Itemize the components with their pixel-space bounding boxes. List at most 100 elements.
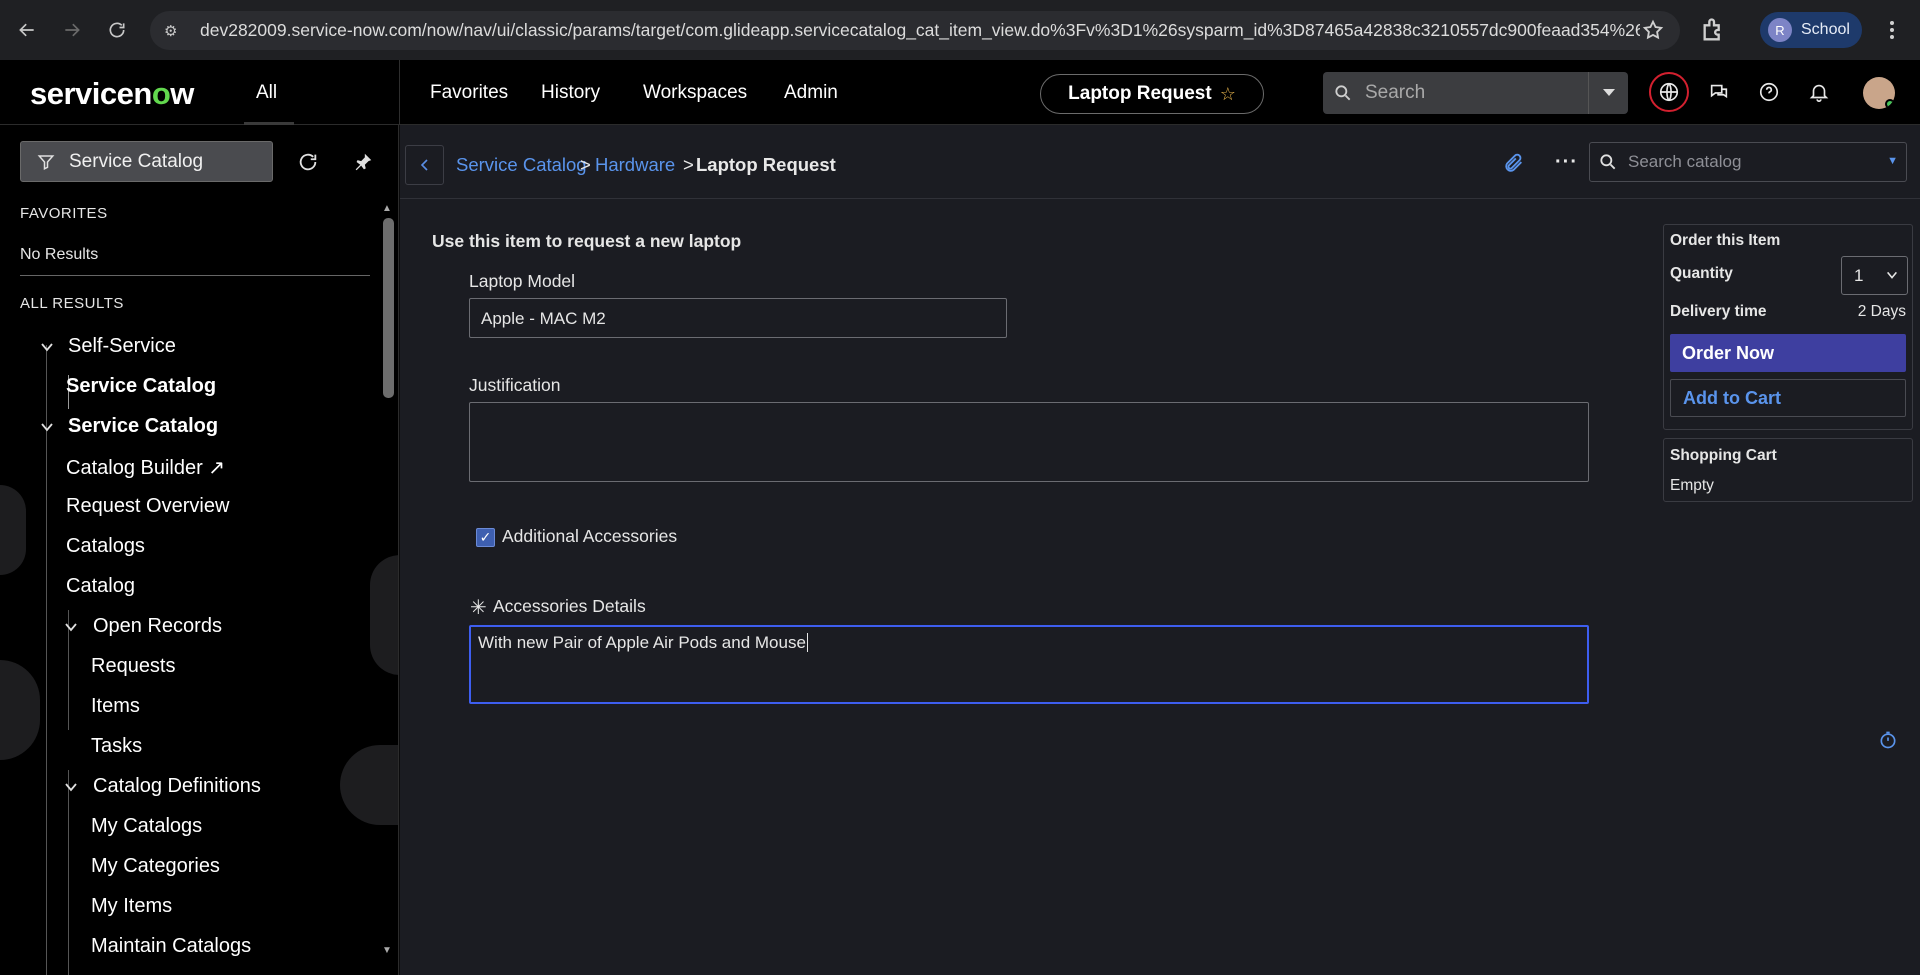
reload-icon[interactable]	[100, 13, 134, 47]
justification-label: Justification	[469, 375, 561, 395]
address-bar[interactable]: ⚙ dev282009.service-now.com/now/nav/ui/c…	[150, 11, 1680, 50]
back-button[interactable]	[405, 145, 444, 185]
help-icon[interactable]	[1756, 79, 1782, 105]
chevron-down-icon[interactable]	[39, 339, 55, 355]
global-search[interactable]: Search	[1323, 72, 1628, 114]
servicenow-logo[interactable]: servicenow	[30, 76, 194, 112]
nav-item-catalog-definitions[interactable]: Catalog Definitions	[93, 775, 261, 798]
all-menu-tab[interactable]: All	[256, 82, 277, 104]
quantity-value: 1	[1854, 265, 1864, 285]
attachment-paperclip-icon[interactable]	[1503, 152, 1525, 174]
browser-toolbar: ⚙ dev282009.service-now.com/now/nav/ui/c…	[0, 0, 1920, 60]
forward-arrow-icon[interactable]	[55, 13, 89, 47]
search-icon	[1600, 154, 1616, 170]
quantity-select[interactable]: 1	[1841, 256, 1908, 295]
navigator-filter-input[interactable]: Service Catalog	[20, 141, 273, 182]
back-arrow-icon[interactable]	[10, 13, 44, 47]
all-results-heading: ALL RESULTS	[20, 295, 124, 312]
nav-item-requests[interactable]: Requests	[91, 655, 176, 678]
nav-item-catalog[interactable]: Catalog	[66, 575, 135, 598]
chevron-down-icon[interactable]	[63, 619, 79, 635]
caret-down-icon	[1602, 89, 1615, 96]
background-decoration	[340, 745, 398, 825]
context-pill[interactable]: Laptop Request ☆	[1040, 74, 1264, 114]
response-time-icon[interactable]	[1878, 730, 1898, 750]
tree-guide-line	[68, 770, 69, 975]
order-panel: Order this Item Quantity 1 Delivery time…	[1663, 224, 1913, 430]
chevron-down-icon[interactable]	[39, 419, 55, 435]
additional-accessories-label[interactable]: Additional Accessories	[502, 526, 677, 547]
nav-item-self-service[interactable]: Self-Service	[68, 335, 176, 358]
chevron-down-icon[interactable]	[63, 779, 79, 795]
laptop-model-field[interactable]: Apple - MAC M2	[469, 298, 1007, 338]
justification-field[interactable]	[469, 402, 1589, 482]
background-decoration	[0, 485, 26, 575]
navigator-sidebar: Service Catalog FAVORITES No Results ALL…	[0, 125, 399, 975]
text-cursor	[806, 633, 808, 652]
chat-icon[interactable]	[1706, 79, 1732, 105]
breadcrumb-service-catalog[interactable]: Service Catalog	[456, 154, 587, 176]
add-to-cart-button[interactable]: Add to Cart	[1670, 379, 1906, 417]
chevron-down-icon	[1887, 271, 1897, 279]
breadcrumb-hardware[interactable]: Hardware	[595, 154, 675, 176]
nav-item-my-items[interactable]: My Items	[91, 895, 172, 918]
scroll-down-arrow-icon[interactable]: ▼	[382, 945, 392, 956]
nav-item-service-catalog-module[interactable]: Service Catalog	[68, 415, 218, 438]
section-divider	[20, 275, 370, 276]
favorites-empty-text: No Results	[20, 246, 99, 263]
chevron-left-icon	[420, 159, 428, 171]
accessories-details-value: With new Pair of Apple Air Pods and Mous…	[478, 633, 806, 652]
profile-chip[interactable]: R School	[1760, 12, 1862, 48]
order-now-button[interactable]: Order Now	[1670, 334, 1906, 372]
browser-menu-icon[interactable]	[1880, 18, 1904, 42]
refresh-icon[interactable]	[297, 151, 319, 173]
nav-item-open-records[interactable]: Open Records	[93, 615, 222, 638]
pin-icon[interactable]	[352, 151, 374, 173]
search-scope-dropdown[interactable]	[1588, 72, 1628, 114]
nav-item-catalogs[interactable]: Catalogs	[66, 535, 145, 558]
delivery-time-label: Delivery time	[1670, 303, 1767, 320]
user-avatar[interactable]	[1863, 77, 1895, 109]
breadcrumb-bar: Service Catalog > Hardware > Laptop Requ…	[400, 125, 1920, 199]
breadcrumb-laptop-request: Laptop Request	[696, 154, 836, 175]
globe-icon[interactable]	[1656, 79, 1682, 105]
breadcrumb-separator: >	[580, 154, 591, 175]
scroll-up-arrow-icon[interactable]: ▲	[382, 203, 392, 214]
context-pill-label: Laptop Request	[1068, 83, 1212, 104]
catalog-search[interactable]: Search catalog ▼	[1589, 142, 1907, 182]
menu-history[interactable]: History	[541, 82, 600, 104]
site-settings-icon[interactable]: ⚙	[164, 22, 186, 40]
menu-favorites[interactable]: Favorites	[430, 82, 508, 104]
item-description: Use this item to request a new laptop	[432, 231, 742, 251]
caret-down-icon[interactable]: ▼	[1887, 155, 1898, 167]
delivery-time-value: 2 Days	[1857, 303, 1906, 320]
nav-item-maintain-catalogs[interactable]: Maintain Catalogs	[91, 935, 251, 958]
accessories-details-field[interactable]: With new Pair of Apple Air Pods and Mous…	[469, 625, 1589, 704]
menu-admin[interactable]: Admin	[784, 82, 838, 104]
search-icon	[1335, 85, 1351, 101]
menu-workspaces[interactable]: Workspaces	[643, 82, 747, 104]
bookmark-star-icon[interactable]	[1642, 19, 1664, 41]
additional-accessories-checkbox[interactable]: ✓	[476, 528, 495, 547]
nav-item-items[interactable]: Items	[91, 695, 140, 718]
profile-label: School	[1801, 21, 1850, 38]
shopping-cart-status: Empty	[1670, 477, 1714, 494]
background-decoration	[0, 660, 40, 760]
favorite-star-icon[interactable]: ☆	[1220, 84, 1236, 105]
catalog-item-page: Service Catalog > Hardware > Laptop Requ…	[400, 125, 1920, 975]
nav-item-tasks[interactable]: Tasks	[91, 735, 142, 758]
sidebar-scrollbar[interactable]	[383, 218, 394, 398]
notifications-bell-icon[interactable]	[1806, 79, 1832, 105]
nav-item-my-catalogs[interactable]: My Catalogs	[91, 815, 202, 838]
catalog-search-input[interactable]: Search catalog	[1628, 152, 1741, 172]
tree-guide-line	[46, 345, 47, 975]
nav-item-service-catalog[interactable]: Service Catalog	[66, 375, 216, 398]
nav-item-my-categories[interactable]: My Categories	[91, 855, 220, 878]
nav-item-catalog-builder[interactable]: Catalog Builder ↗	[66, 455, 225, 480]
global-search-input[interactable]: Search	[1365, 82, 1425, 104]
navigator-filter-value: Service Catalog	[69, 150, 204, 172]
more-options-icon[interactable]: ···	[1555, 151, 1578, 174]
extensions-icon[interactable]	[1700, 16, 1728, 44]
nav-item-request-overview[interactable]: Request Overview	[66, 495, 229, 518]
profile-avatar: R	[1768, 18, 1792, 42]
